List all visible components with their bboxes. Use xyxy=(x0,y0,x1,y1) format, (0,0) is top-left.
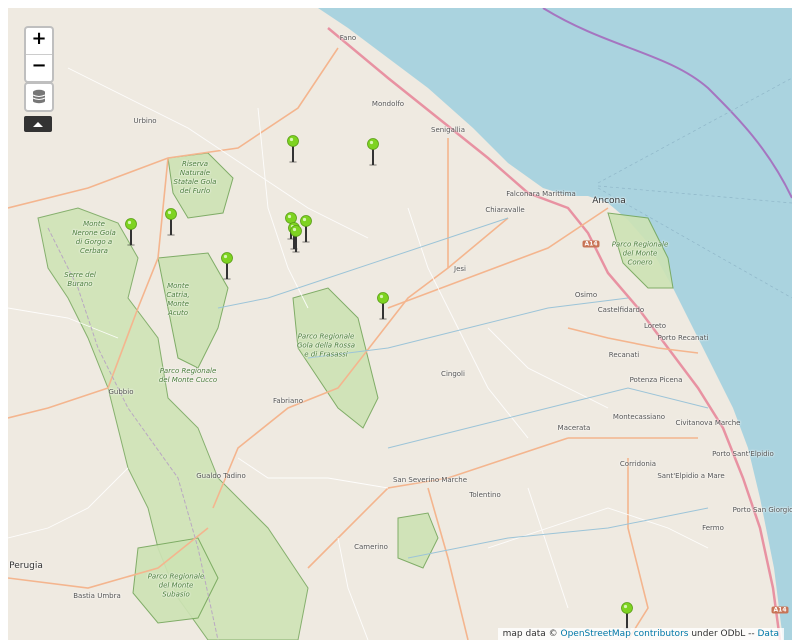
label-macerata: Macerata xyxy=(557,424,591,432)
map-marker-pin-3[interactable] xyxy=(165,208,177,236)
zoom-control: + − xyxy=(24,26,54,83)
label-falconara: Falconara Marittima xyxy=(506,190,576,198)
minimap-toggle-icon xyxy=(33,121,43,127)
map-marker-pin-4[interactable] xyxy=(125,218,137,246)
road-badge-a14: A14 xyxy=(582,240,600,248)
map-marker-pin-9[interactable] xyxy=(290,225,302,253)
label-recanati: Recanati xyxy=(608,351,640,359)
label-park-furlo: Riserva Naturale Statale Gola del Furlo xyxy=(173,160,217,195)
road-badge-a14-south: A14 xyxy=(771,606,789,614)
label-san-severino: San Severino Marche xyxy=(392,476,468,484)
label-park-nerone: Monte Nerone Gola di Gorgo a Cerbara xyxy=(72,220,116,255)
label-ancona: Ancona xyxy=(592,196,626,206)
data-link[interactable]: Data xyxy=(758,629,780,639)
map-marker-pin-11[interactable] xyxy=(621,602,633,630)
label-loreto: Loreto xyxy=(643,322,667,330)
zoom-out-button[interactable]: − xyxy=(26,54,52,81)
osm-link[interactable]: OpenStreetMap contributors xyxy=(560,629,688,639)
label-mondolfo: Mondolfo xyxy=(371,100,405,108)
label-porto-recanati: Porto Recanati xyxy=(657,334,709,342)
label-urbino: Urbino xyxy=(133,117,157,125)
label-perugia: Perugia xyxy=(9,561,43,571)
map-marker-pin-1[interactable] xyxy=(287,135,299,163)
label-park-conero: Parco Regionale del Monte Conero xyxy=(611,240,669,267)
label-civitanova: Civitanova Marche xyxy=(675,419,741,427)
label-bastia-umbra: Bastia Umbra xyxy=(73,592,121,600)
label-cingoli: Cingoli xyxy=(441,370,465,378)
attribution-prefix: map data © xyxy=(502,629,561,639)
label-porto-sant-elpidio: Porto Sant'Elpidio xyxy=(712,450,774,458)
label-porto-san-giorgio: Porto San Giorgio xyxy=(732,506,792,514)
label-potenza-picena: Potenza Picena xyxy=(629,376,683,384)
label-osimo: Osimo xyxy=(574,291,598,299)
attribution-middle: under ODbL -- xyxy=(688,629,758,639)
map-canvas[interactable]: Fano Urbino Mondolfo Senigallia Falconar… xyxy=(8,8,792,640)
label-fermo: Fermo xyxy=(702,524,724,532)
label-fabriano: Fabriano xyxy=(273,397,303,405)
minimap-toggle-button[interactable] xyxy=(24,116,52,132)
layers-button[interactable] xyxy=(24,82,54,112)
layers-icon xyxy=(32,89,46,104)
map-marker-pin-8[interactable] xyxy=(221,252,233,280)
label-fano: Fano xyxy=(339,34,357,42)
label-park-cucco: Parco Regionale del Monte Cucco xyxy=(158,367,218,384)
label-sant-elpidio-a-mare: Sant'Elpidio a Mare xyxy=(657,472,725,480)
label-tolentino: Tolentino xyxy=(469,491,501,499)
label-chiaravalle: Chiaravalle xyxy=(485,206,525,214)
map-attribution: map data © OpenStreetMap contributors un… xyxy=(497,628,784,640)
map-marker-pin-10[interactable] xyxy=(377,292,389,320)
label-park-burano: Serre del Burano xyxy=(64,271,96,288)
label-gualdo-tadino: Gualdo Tadino xyxy=(196,472,246,480)
label-gubbio: Gubbio xyxy=(108,388,134,396)
label-park-rossa: Parco Regionale Gola della Rossa e di Fr… xyxy=(296,332,356,359)
label-castelfidardo: Castelfidardo xyxy=(597,306,645,314)
label-jesi: Jesi xyxy=(454,265,466,273)
label-park-subasio: Parco Regionale del Monte Subasio xyxy=(147,572,205,599)
map-marker-pin-2[interactable] xyxy=(367,138,379,166)
zoom-in-button[interactable]: + xyxy=(26,28,52,54)
label-montecassiano: Montecassiano xyxy=(612,413,666,421)
label-senigallia: Senigallia xyxy=(431,126,465,134)
label-camerino: Camerino xyxy=(354,543,388,551)
label-park-catria: Monte Catria, Monte Acuto xyxy=(166,282,190,317)
label-corridonia: Corridonia xyxy=(619,460,657,468)
